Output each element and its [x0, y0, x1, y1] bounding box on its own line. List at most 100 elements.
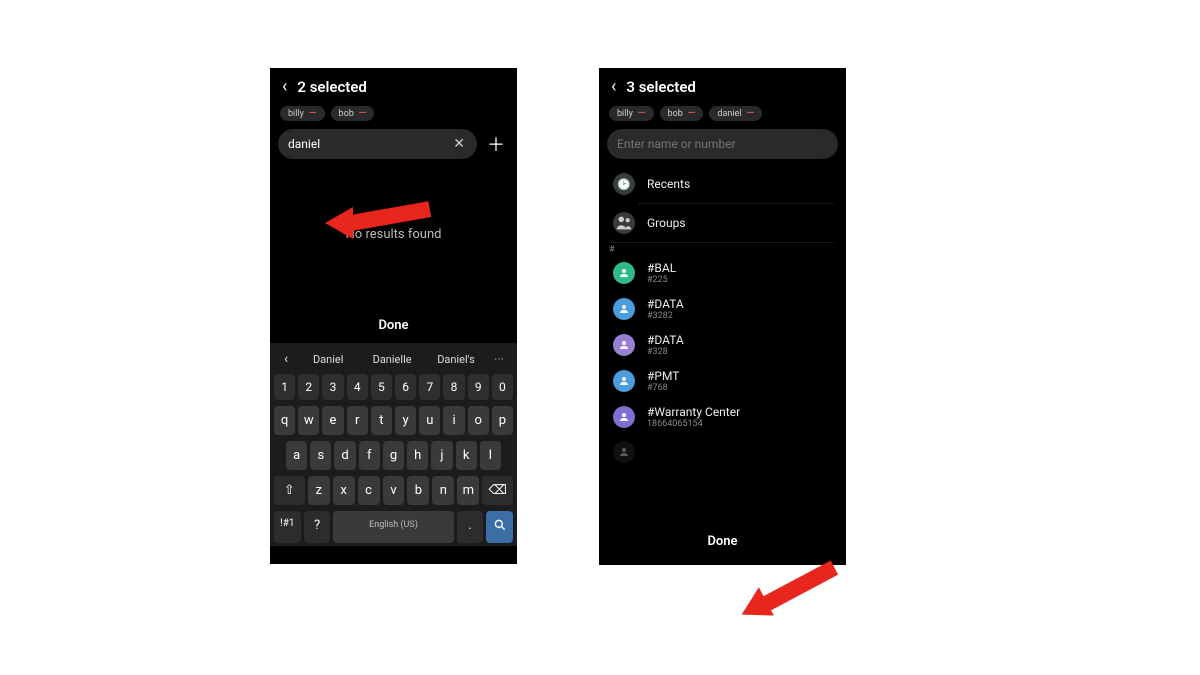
done-button[interactable]: Done [270, 308, 517, 343]
key-s[interactable]: s [310, 441, 331, 470]
contact-text: #DATA #3282 [647, 297, 684, 321]
remove-icon[interactable]: — [359, 108, 367, 119]
key-e[interactable]: e [322, 406, 343, 435]
key-p[interactable]: p [492, 406, 513, 435]
chip-label: billy [288, 109, 304, 119]
key-t[interactable]: t [371, 406, 392, 435]
key-q[interactable]: q [274, 406, 295, 435]
chip-bob[interactable]: bob — [331, 106, 375, 121]
suggestion-bar: ‹ Daniel Danielle Daniel's ⋯ [270, 347, 517, 371]
key-4[interactable]: 4 [347, 374, 368, 400]
avatar-icon [613, 406, 635, 428]
key-j[interactable]: j [431, 441, 452, 470]
suggestion[interactable]: Daniel [296, 353, 360, 366]
key-l[interactable]: l [480, 441, 501, 470]
key-5[interactable]: 5 [371, 374, 392, 400]
avatar-icon [613, 370, 635, 392]
chip-billy[interactable]: billy — [609, 106, 654, 121]
clear-icon[interactable]: ✕ [451, 136, 467, 152]
key-symbols[interactable]: !#1 [274, 511, 301, 543]
key-9[interactable]: 9 [468, 374, 489, 400]
remove-icon[interactable]: — [309, 108, 317, 119]
key-period[interactable]: . [457, 511, 484, 543]
key-r[interactable]: r [347, 406, 368, 435]
suggestion[interactable]: Danielle [360, 353, 424, 366]
key-i[interactable]: i [443, 406, 464, 435]
key-8[interactable]: 8 [443, 374, 464, 400]
contact-row[interactable]: #DATA #328 [599, 327, 846, 363]
contact-row[interactable] [599, 435, 846, 469]
key-question[interactable]: ? [304, 511, 331, 543]
key-0[interactable]: 0 [492, 374, 513, 400]
avatar-icon [613, 441, 635, 463]
remove-icon[interactable]: — [688, 108, 696, 119]
key-u[interactable]: u [419, 406, 440, 435]
key-y[interactable]: y [395, 406, 416, 435]
key-space[interactable]: English (US) [333, 511, 453, 543]
contact-row[interactable]: #DATA #3282 [599, 291, 846, 327]
key-f[interactable]: f [359, 441, 380, 470]
search-row: Enter name or number [599, 129, 846, 165]
key-1[interactable]: 1 [274, 374, 295, 400]
contact-text: #DATA #328 [647, 333, 684, 357]
keyboard: ‹ Daniel Danielle Daniel's ⋯ 1 2 3 4 5 6… [270, 343, 517, 546]
chip-daniel[interactable]: daniel — [709, 106, 762, 121]
contact-text: #BAL #225 [647, 261, 676, 285]
chip-bob[interactable]: bob — [660, 106, 704, 121]
header: ‹ 2 selected [270, 68, 517, 102]
key-c[interactable]: c [358, 476, 380, 505]
contact-name: #BAL [647, 261, 676, 275]
chip-label: daniel [717, 109, 741, 119]
avatar-icon [613, 262, 635, 284]
key-m[interactable]: m [457, 476, 479, 505]
search-input[interactable]: Enter name or number [607, 129, 838, 159]
key-d[interactable]: d [334, 441, 355, 470]
more-icon[interactable]: ⋯ [488, 354, 511, 365]
contact-row[interactable]: #Warranty Center 18664065154 [599, 399, 846, 435]
key-shift[interactable]: ⇧ [274, 476, 305, 505]
key-a[interactable]: a [286, 441, 307, 470]
chip-billy[interactable]: billy — [280, 106, 325, 121]
done-button[interactable]: Done [599, 524, 846, 559]
key-7[interactable]: 7 [419, 374, 440, 400]
contact-name: #PMT [647, 369, 679, 383]
contact-text: #Warranty Center 18664065154 [647, 405, 740, 429]
key-h[interactable]: h [407, 441, 428, 470]
key-2[interactable]: 2 [298, 374, 319, 400]
keyboard-back-icon[interactable]: ‹ [276, 351, 296, 367]
key-v[interactable]: v [383, 476, 405, 505]
remove-icon[interactable]: — [638, 108, 646, 119]
back-icon[interactable]: ‹ [282, 78, 287, 96]
contact-number: #328 [647, 347, 684, 357]
add-icon[interactable]: ＋ [483, 131, 509, 157]
avatar-icon [613, 334, 635, 356]
search-input[interactable]: daniel ✕ [278, 129, 477, 159]
contact-row[interactable]: #PMT #768 [599, 363, 846, 399]
contact-row[interactable]: #BAL #225 [599, 255, 846, 291]
key-z[interactable]: z [308, 476, 330, 505]
key-o[interactable]: o [468, 406, 489, 435]
key-w[interactable]: w [298, 406, 319, 435]
section-recents[interactable]: 🕑 Recents [599, 165, 846, 203]
key-search[interactable] [486, 511, 513, 543]
key-k[interactable]: k [456, 441, 477, 470]
key-n[interactable]: n [432, 476, 454, 505]
section-groups[interactable]: Groups [599, 204, 846, 242]
key-g[interactable]: g [383, 441, 404, 470]
groups-icon [613, 212, 635, 234]
suggestion[interactable]: Daniel's [424, 353, 488, 366]
key-x[interactable]: x [333, 476, 355, 505]
key-row-1: q w e r t y u i o p [270, 403, 517, 438]
key-6[interactable]: 6 [395, 374, 416, 400]
remove-icon[interactable]: — [746, 108, 754, 119]
key-row-2: a s d f g h j k l [270, 438, 517, 473]
search-placeholder: Enter name or number [617, 137, 828, 151]
no-results-text: No results found [270, 227, 517, 242]
key-3[interactable]: 3 [322, 374, 343, 400]
key-backspace[interactable]: ⌫ [482, 476, 513, 505]
key-b[interactable]: b [407, 476, 429, 505]
chip-label: bob [668, 109, 683, 119]
phone-screenshot-list: ‹ 3 selected billy — bob — daniel — Ente… [599, 68, 846, 565]
back-icon[interactable]: ‹ [611, 78, 616, 96]
contact-number: 18664065154 [647, 419, 740, 429]
